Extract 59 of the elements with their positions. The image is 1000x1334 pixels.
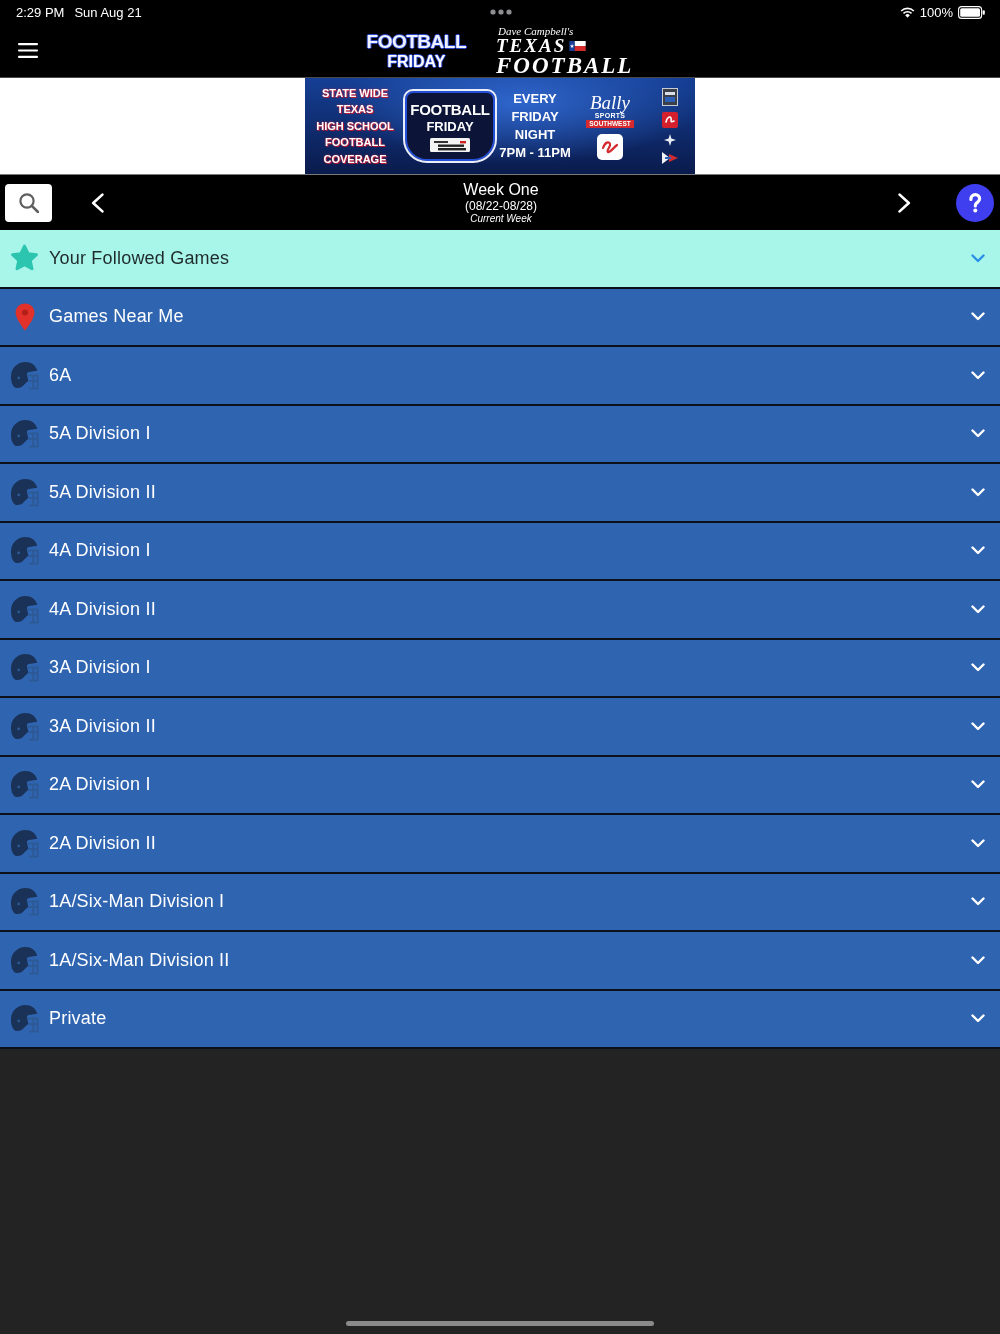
week-title: Week One	[463, 180, 539, 199]
accordion-row[interactable]: Private	[0, 990, 1000, 1049]
search-button[interactable]	[5, 183, 52, 222]
accordion-row[interactable]: 3A Division II	[0, 698, 1000, 757]
helmet-icon	[10, 828, 39, 858]
help-button[interactable]	[956, 183, 994, 222]
app-tile-icon	[597, 133, 623, 160]
logo-wordmark: FOOTBALL	[496, 54, 634, 77]
helmet-icon	[10, 419, 39, 449]
star-icon	[10, 244, 39, 273]
accordion-row[interactable]: 6A	[0, 347, 1000, 406]
question-mark-icon	[968, 192, 982, 213]
search-icon	[18, 192, 39, 213]
helmet-icon	[10, 477, 39, 507]
accordion-row[interactable]: 2A Division I	[0, 756, 1000, 815]
helmet-icon	[10, 360, 39, 390]
helmet-icon	[10, 770, 39, 800]
emblem-title: FOOTBALL	[410, 100, 490, 119]
battery-percent: 100%	[919, 4, 953, 20]
previous-week-icon[interactable]	[91, 192, 104, 213]
accordion-row[interactable]: 3A Division I	[0, 639, 1000, 698]
accordion-row[interactable]: Games Near Me	[0, 288, 1000, 347]
ad-headline: STATE WIDE TEXAS HIGH SCHOOL FOOTBALL COVERAGE	[315, 86, 395, 167]
status-time: 2:29 PM	[16, 4, 65, 20]
wifi-icon	[899, 6, 915, 18]
accordion-row[interactable]: 1A/Six-Man Division I	[0, 873, 1000, 932]
accordion-row[interactable]: 2A Division II	[0, 815, 1000, 874]
helmet-icon	[10, 536, 39, 566]
arrow-logo-icon	[662, 152, 678, 164]
swirl-tile-icon	[662, 112, 678, 128]
helmet-icon	[10, 653, 39, 683]
accordion-row[interactable]: 4A Division I	[0, 522, 1000, 581]
star-logo-icon	[664, 134, 676, 146]
accordion-row[interactable]: 5A Division I	[0, 405, 1000, 464]
square-logo-icon	[662, 88, 678, 106]
accordion-row[interactable]: 5A Division II	[0, 464, 1000, 523]
accordion-row[interactable]: 4A Division II	[0, 581, 1000, 640]
mini-logo-icon	[430, 137, 470, 152]
logo-subtitle: FRIDAY	[387, 52, 446, 71]
week-label: Current Week	[470, 212, 532, 225]
accordion-row[interactable]: 1A/Six-Man Division II	[0, 932, 1000, 991]
helmet-icon	[10, 711, 39, 741]
logo-byline: Dave Campbell's	[497, 24, 574, 37]
logo-wordmark: FOOTBALL	[366, 30, 466, 53]
logo-wordmark: TEXAS	[496, 36, 567, 55]
status-date: Sun Aug 21	[74, 4, 142, 20]
multitask-dots-icon[interactable]	[489, 9, 512, 15]
map-pin-icon	[14, 302, 35, 331]
emblem-subtitle: FRIDAY	[426, 118, 474, 134]
week-dates: (08/22-08/28)	[464, 198, 537, 213]
battery-icon	[958, 5, 985, 19]
ad-schedule: EVERY FRIDAY NIGHT 7PM - 11PM	[498, 90, 572, 162]
flag-icon	[569, 40, 587, 51]
next-week-icon[interactable]	[898, 192, 911, 213]
menu-icon[interactable]	[18, 43, 38, 58]
helmet-icon	[10, 1004, 39, 1034]
helmet-icon	[10, 945, 39, 975]
helmet-icon	[10, 887, 39, 917]
helmet-icon	[10, 594, 39, 624]
